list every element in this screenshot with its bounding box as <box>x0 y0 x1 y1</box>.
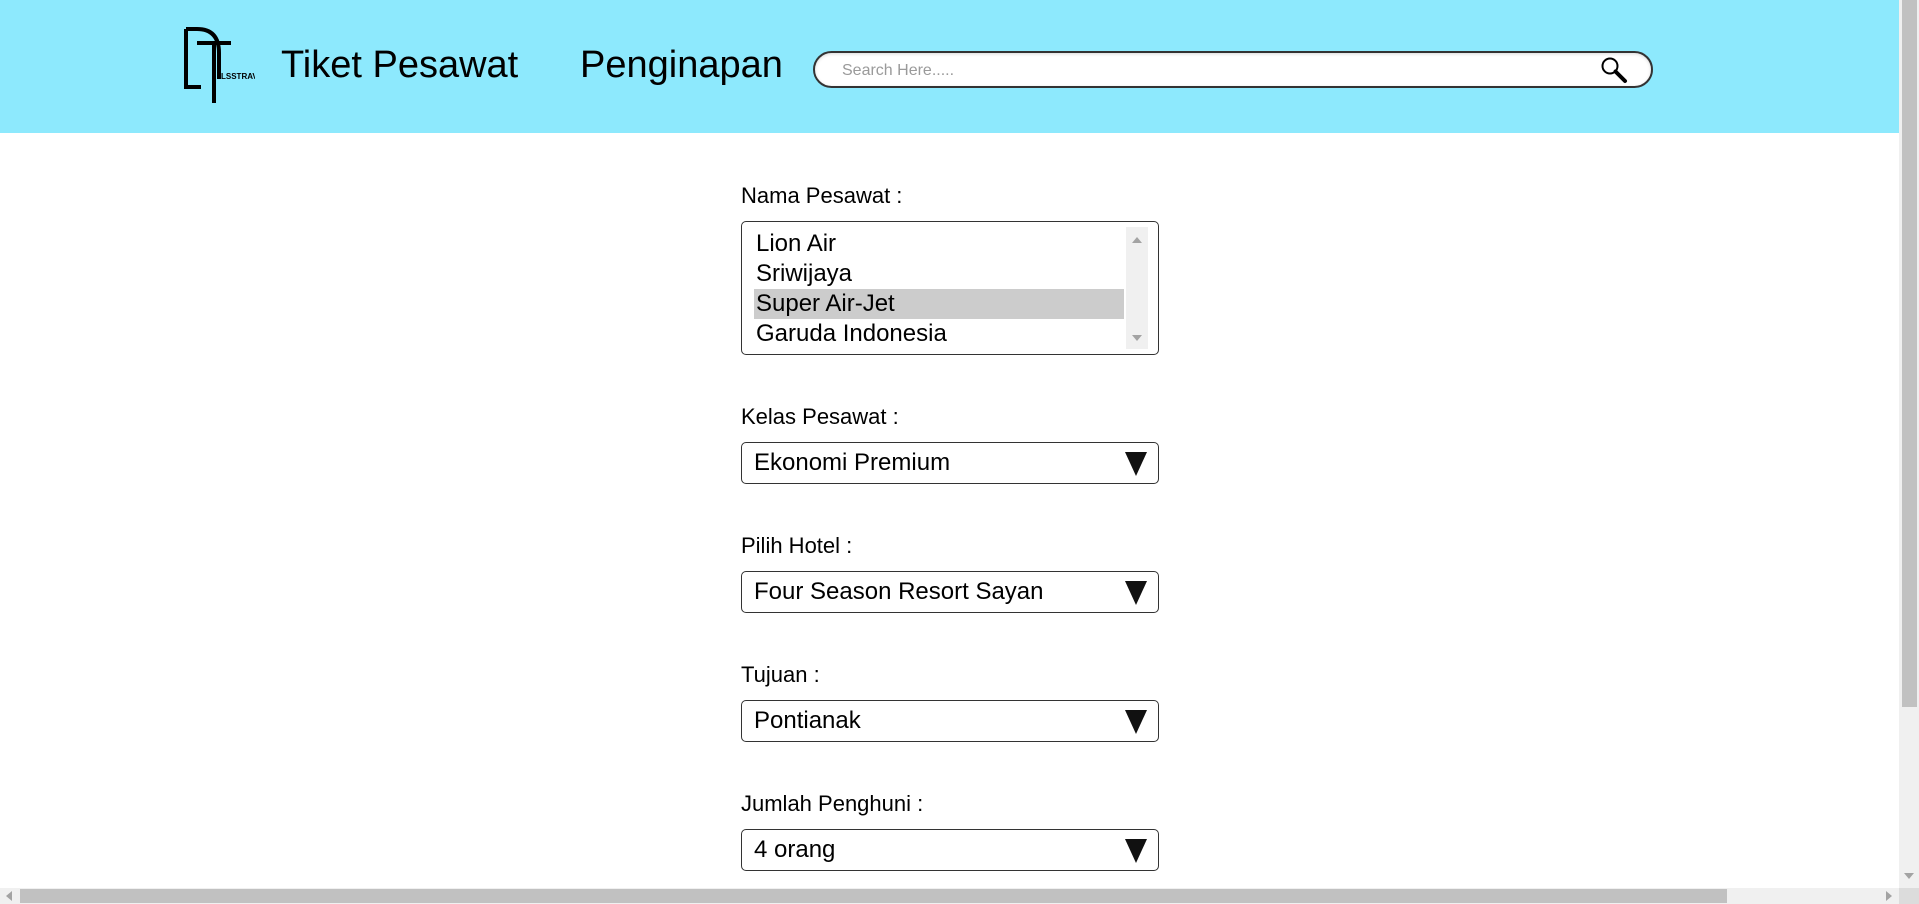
horizontal-scrollbar[interactable] <box>0 888 1899 904</box>
kelas-pesawat-label: Kelas Pesawat : <box>741 404 899 429</box>
scroll-right-arrow-icon[interactable] <box>1886 891 1892 901</box>
nama-pesawat-listbox[interactable]: Lion Air Sriwijaya Super Air-Jet Garuda … <box>741 221 1159 355</box>
dropdown-arrow-icon <box>1125 710 1147 734</box>
listbox-option-garuda-indonesia[interactable]: Garuda Indonesia <box>754 319 1124 349</box>
scroll-down-arrow-icon[interactable] <box>1904 873 1914 879</box>
logo[interactable]: LSSTRAVEL <box>183 27 268 105</box>
pilih-hotel-value: Four Season Resort Sayan <box>754 578 1044 605</box>
nav-tiket-pesawat[interactable]: Tiket Pesawat <box>281 44 518 87</box>
search-bar <box>813 51 1653 88</box>
pilih-hotel-label: Pilih Hotel : <box>741 533 853 558</box>
scrollbar-corner <box>1899 888 1919 904</box>
scroll-down-arrow-icon[interactable] <box>1132 335 1142 341</box>
jumlah-penghuni-select[interactable]: 4 orang <box>741 829 1159 871</box>
page-viewport: LSSTRAVEL Tiket Pesawat Penginapan Nama … <box>0 0 1899 888</box>
scroll-up-arrow-icon[interactable] <box>1132 237 1142 243</box>
jumlah-penghuni-value: 4 orang <box>754 836 836 863</box>
nama-pesawat-label: Nama Pesawat : <box>741 183 903 208</box>
tujuan-select[interactable]: Pontianak <box>741 700 1159 742</box>
search-input[interactable] <box>840 60 1564 82</box>
vertical-scroll-thumb[interactable] <box>1902 0 1917 707</box>
listbox-option-lion-air[interactable]: Lion Air <box>754 229 1124 259</box>
scroll-left-arrow-icon[interactable] <box>6 891 12 901</box>
search-icon <box>1601 57 1627 83</box>
top-header: LSSTRAVEL Tiket Pesawat Penginapan <box>0 0 1899 133</box>
tujuan-label: Tujuan : <box>741 662 820 687</box>
dropdown-arrow-icon <box>1125 452 1147 476</box>
search-button[interactable] <box>1599 55 1629 85</box>
nav-penginapan[interactable]: Penginapan <box>580 44 783 87</box>
dropdown-arrow-icon <box>1125 581 1147 605</box>
kelas-pesawat-value: Ekonomi Premium <box>754 449 951 476</box>
listbox-option-super-air-jet[interactable]: Super Air-Jet <box>754 289 1124 319</box>
listbox-scrollbar[interactable] <box>1126 227 1148 349</box>
dt-monogram-logo: LSSTRAVEL <box>184 27 268 103</box>
logo-text: LSSTRAVEL <box>221 72 255 81</box>
pilih-hotel-select[interactable]: Four Season Resort Sayan <box>741 571 1159 613</box>
tujuan-value: Pontianak <box>754 707 861 734</box>
kelas-pesawat-select[interactable]: Ekonomi Premium <box>741 442 1159 484</box>
horizontal-scroll-thumb[interactable] <box>20 889 1727 903</box>
dropdown-arrow-icon <box>1125 839 1147 863</box>
listbox-option-sriwijaya[interactable]: Sriwijaya <box>754 259 1124 289</box>
jumlah-penghuni-label: Jumlah Penghuni : <box>741 791 924 816</box>
vertical-scrollbar[interactable] <box>1899 0 1919 888</box>
